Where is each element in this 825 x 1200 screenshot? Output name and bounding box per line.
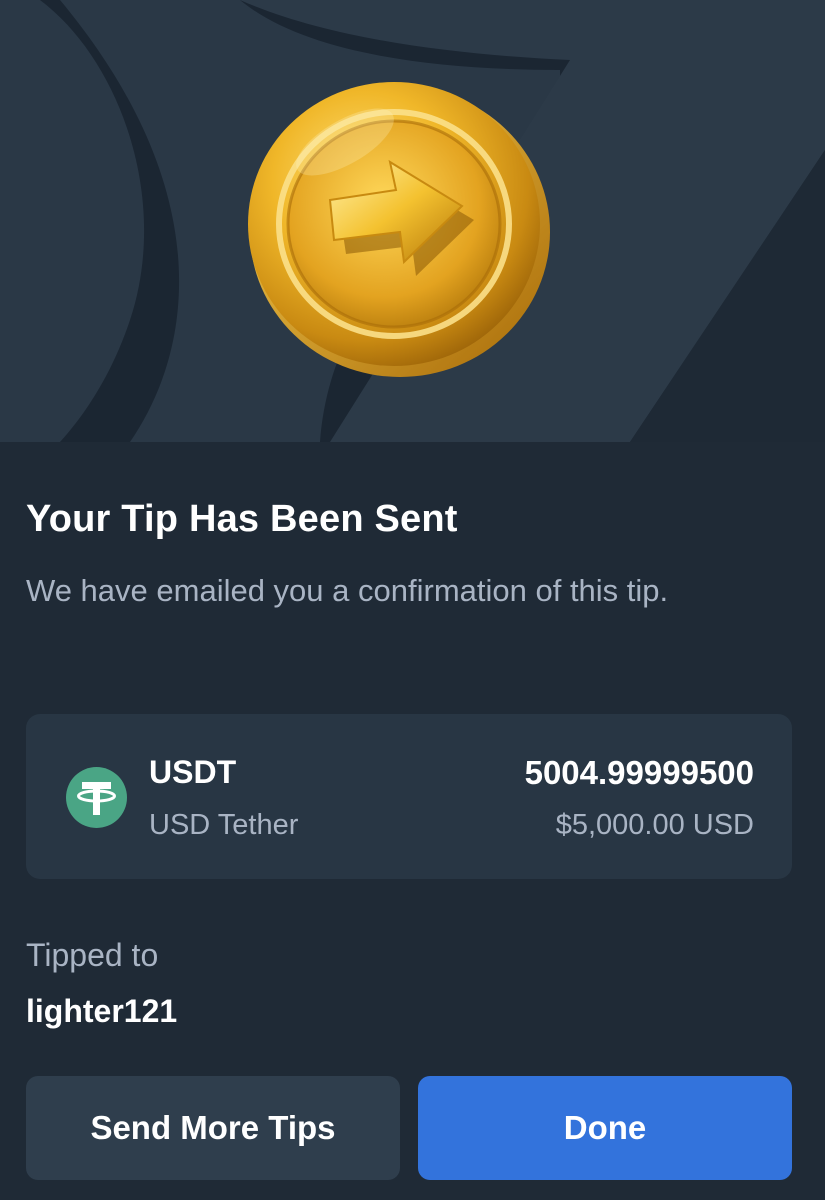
confirmation-message: We have emailed you a confirmation of th… xyxy=(26,573,669,608)
tether-icon xyxy=(66,767,127,828)
send-more-tips-button[interactable]: Send More Tips xyxy=(26,1076,400,1180)
gold-coin-arrow-icon xyxy=(240,72,554,382)
recipient-label: Tipped to xyxy=(26,937,159,973)
tip-sent-screen: Your Tip Has Been Sent We have emailed y… xyxy=(0,0,825,1200)
token-symbol: USDT xyxy=(149,754,237,790)
page-title: Your Tip Has Been Sent xyxy=(26,498,458,540)
tip-fiat-value: $5,000.00 USD xyxy=(555,809,754,841)
token-name: USD Tether xyxy=(149,809,299,841)
tip-summary-card: USDT USD Tether 5004.99999500 $5,000.00 … xyxy=(26,714,792,879)
done-button[interactable]: Done xyxy=(418,1076,792,1180)
tip-amount: 5004.99999500 xyxy=(524,754,754,791)
hero-banner xyxy=(0,0,825,442)
recipient-username: lighter121 xyxy=(26,993,178,1029)
